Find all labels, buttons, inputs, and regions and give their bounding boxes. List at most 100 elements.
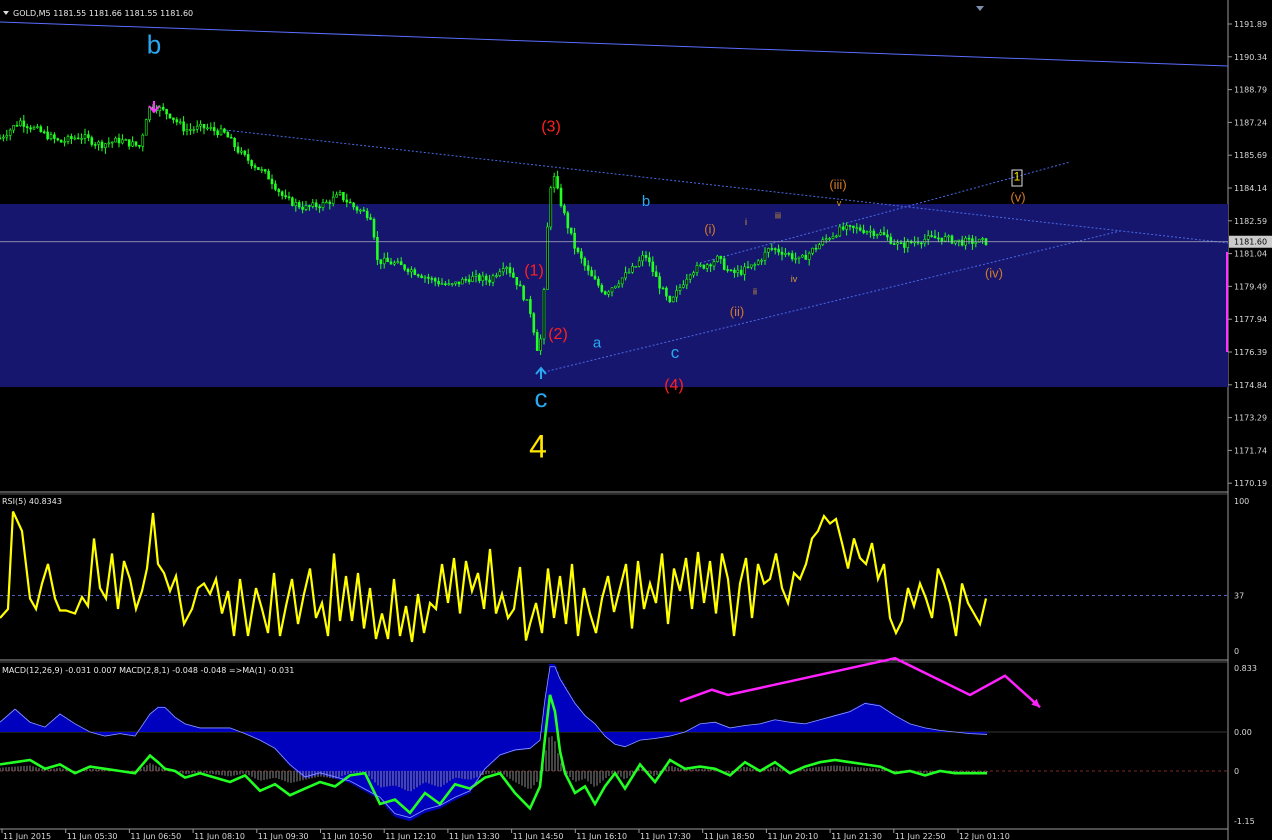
price-candle-body (90, 137, 94, 145)
price-candle-body (566, 212, 570, 229)
price-candle-body (665, 287, 668, 297)
x-tick-label: 11 Jun 16:10 (576, 832, 627, 840)
x-tick-label: 11 Jun 17:30 (640, 832, 691, 840)
price-candle-body (947, 235, 950, 238)
price-candle-body (722, 258, 726, 270)
price-candle-body (807, 252, 811, 260)
price-candle-body (726, 269, 729, 271)
price-candle-body (420, 275, 423, 279)
price-candle-body (784, 252, 787, 255)
price-candle-body (114, 137, 117, 143)
menu-triangle-icon[interactable] (3, 11, 9, 15)
y-tick-label: 1182.59 (1234, 217, 1267, 226)
price-candle-body (42, 131, 46, 134)
price-candle-body (838, 226, 842, 237)
price-candle-body (121, 139, 124, 144)
price-candle-body (263, 169, 267, 172)
macd-header: MACD(12,26,9) -0.031 0.007 MACD(2,8,1) -… (2, 666, 294, 675)
price-candle-body (450, 283, 454, 285)
price-candle-body (410, 269, 413, 273)
price-candle-body (5, 135, 9, 138)
wave-label: a (593, 335, 602, 352)
price-candle-body (933, 235, 937, 239)
trend-line-upper (0, 21, 1229, 67)
price-candle-body (495, 275, 498, 277)
price-candle-body (138, 144, 141, 147)
price-candle-body (386, 257, 389, 263)
y-tick-label: 1187.24 (1234, 118, 1267, 127)
price-candle-body (750, 264, 753, 268)
price-candle-body (923, 238, 927, 244)
price-candle-body (348, 201, 352, 204)
price-candle-body (229, 136, 233, 139)
x-tick-label: 11 Jun 22:50 (895, 832, 946, 840)
price-candle-body (233, 137, 236, 148)
x-tick-label: 11 Jun 09:30 (258, 832, 309, 840)
price-candle-body (376, 236, 379, 260)
price-candle-body (257, 167, 260, 171)
price-candle-body (780, 251, 784, 255)
price-candle-body (981, 238, 984, 240)
price-candle-body (967, 237, 971, 240)
price-candle-body (39, 126, 43, 133)
y-tick-label: 1185.69 (1234, 151, 1267, 160)
price-candle-body (634, 265, 638, 268)
price-candle-body (593, 275, 597, 280)
price-candle-body (478, 274, 481, 282)
price-candle-body (127, 139, 131, 147)
price-candle-body (110, 141, 114, 144)
price-candle-body (651, 261, 655, 273)
price-candle-body (617, 283, 621, 287)
price-candle-body (396, 261, 400, 264)
price-candle-body (753, 264, 757, 266)
price-candle-body (546, 226, 549, 290)
price-candle-body (631, 266, 634, 273)
price-candle-body (620, 277, 624, 285)
price-candle-body (403, 264, 406, 270)
price-candle-body (529, 299, 532, 314)
price-candle-body (457, 281, 461, 285)
price-candle-body (46, 131, 49, 140)
right-edge-marker (1226, 252, 1228, 352)
price-candle-body (583, 258, 587, 266)
price-candle-body (107, 142, 111, 145)
price-candle-body (848, 225, 852, 227)
price-candle-body (518, 284, 522, 287)
price-candle-body (291, 197, 294, 206)
price-candle-body (865, 231, 869, 234)
wave-label: v (837, 198, 842, 208)
price-candle-body (124, 139, 128, 141)
price-candle-body (433, 278, 437, 282)
price-candle-body (97, 141, 100, 145)
price-candle-body (654, 271, 658, 277)
price-candle-body (552, 176, 556, 189)
price-candle-body (719, 255, 723, 259)
price-candle-body (675, 290, 678, 298)
price-candle-body (236, 146, 240, 153)
price-candle-body (508, 267, 512, 274)
price-candle-body (87, 134, 90, 138)
price-candle-body (586, 265, 590, 271)
rsi-tick-label: 37 (1234, 592, 1244, 601)
magenta-trend-arrow (679, 656, 1041, 709)
price-candle-body (787, 252, 791, 255)
price-candle-body (328, 201, 332, 204)
price-candle-body (491, 275, 495, 283)
price-candle-body (957, 239, 961, 242)
price-candle-body (481, 275, 485, 282)
price-candle-body (416, 274, 420, 277)
price-candle-body (253, 165, 257, 168)
price-candle-body (872, 230, 876, 236)
price-candle-body (692, 272, 695, 276)
price-candle-body (671, 296, 675, 303)
price-candle-body (889, 236, 893, 244)
price-candle-body (971, 238, 974, 244)
x-tick-label: 12 Jun 01:10 (959, 832, 1010, 840)
wave-label: (2) (548, 326, 568, 343)
price-candle-body (590, 270, 593, 277)
price-header: GOLD,M5 1181.55 1181.66 1181.55 1181.60 (13, 9, 193, 18)
y-tick-label: 1174.84 (1234, 381, 1267, 390)
price-candle-body (172, 117, 175, 120)
wave-label: (1) (524, 263, 544, 280)
price-candle-body (814, 247, 818, 250)
